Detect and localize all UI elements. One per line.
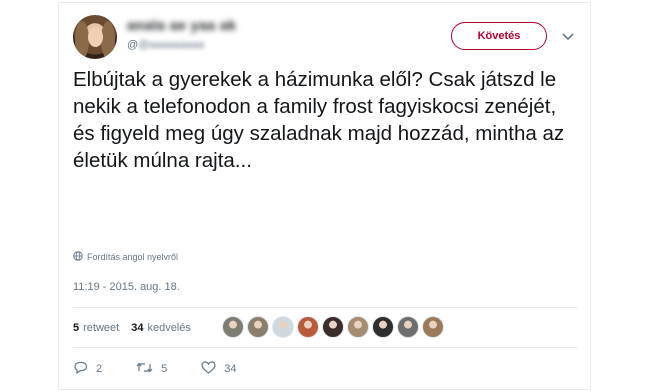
avatar-hair xyxy=(101,21,115,59)
retweet-action[interactable]: 5 xyxy=(136,361,167,377)
divider xyxy=(73,307,578,308)
user-name[interactable]: anala ae yaa ak xyxy=(127,17,236,33)
tweet-stats: 5 retweet 34 kedvelés xyxy=(73,321,203,335)
avatar-dog-icon[interactable] xyxy=(372,316,394,338)
avatar-face xyxy=(88,27,103,47)
retweet-stat[interactable]: 5 retweet xyxy=(73,322,119,334)
user-handle[interactable]: @aaaaaaaaa xyxy=(138,39,204,51)
retweet-label: retweet xyxy=(83,322,120,334)
avatar-default-icon[interactable] xyxy=(272,316,294,338)
divider xyxy=(73,347,578,348)
follow-button[interactable]: Követés xyxy=(451,22,547,50)
avatar-bw-icon[interactable] xyxy=(397,316,419,338)
tweet-actions: 2 5 34 xyxy=(73,361,271,377)
reply-count: 2 xyxy=(96,363,103,375)
like-label: kedvelés xyxy=(147,322,191,334)
avatar-hat-icon[interactable] xyxy=(297,316,319,338)
user-handle-prefix: @ xyxy=(127,39,139,51)
like-stat[interactable]: 34 kedvelés xyxy=(131,322,191,334)
retweet-icon xyxy=(136,361,153,377)
reply-action[interactable]: 2 xyxy=(73,361,102,377)
avatar-man-icon[interactable] xyxy=(422,316,444,338)
like-action[interactable]: 34 xyxy=(201,361,237,377)
chevron-down-icon[interactable] xyxy=(561,30,575,44)
avatar-dark-icon[interactable] xyxy=(322,316,344,338)
translate-label: Fordítás angol nyelvről xyxy=(87,252,179,262)
like-count: 34 xyxy=(224,363,237,375)
avatar-hair xyxy=(75,21,89,59)
retweet-count: 5 xyxy=(73,322,80,334)
heart-icon xyxy=(201,361,216,377)
avatar-landscape-icon[interactable] xyxy=(222,316,244,338)
avatar-woman-icon[interactable] xyxy=(347,316,369,338)
tweet-text: Elbújtak a gyerekek a házimunka elől? Cs… xyxy=(73,68,565,172)
tweet-card: anala ae yaa ak @ @aaaaaaaaa Követés Elb… xyxy=(58,2,591,390)
globe-icon xyxy=(73,251,83,263)
liker-avatars xyxy=(222,316,444,338)
avatar[interactable] xyxy=(73,15,117,59)
translate-link[interactable]: Fordítás angol nyelvről xyxy=(73,251,178,263)
timestamp[interactable]: 11:19 - 2015. aug. 18. xyxy=(73,281,180,293)
like-count: 34 xyxy=(131,322,144,334)
avatar-group-icon[interactable] xyxy=(247,316,269,338)
retweet-count: 5 xyxy=(161,363,168,375)
reply-icon xyxy=(73,361,88,377)
